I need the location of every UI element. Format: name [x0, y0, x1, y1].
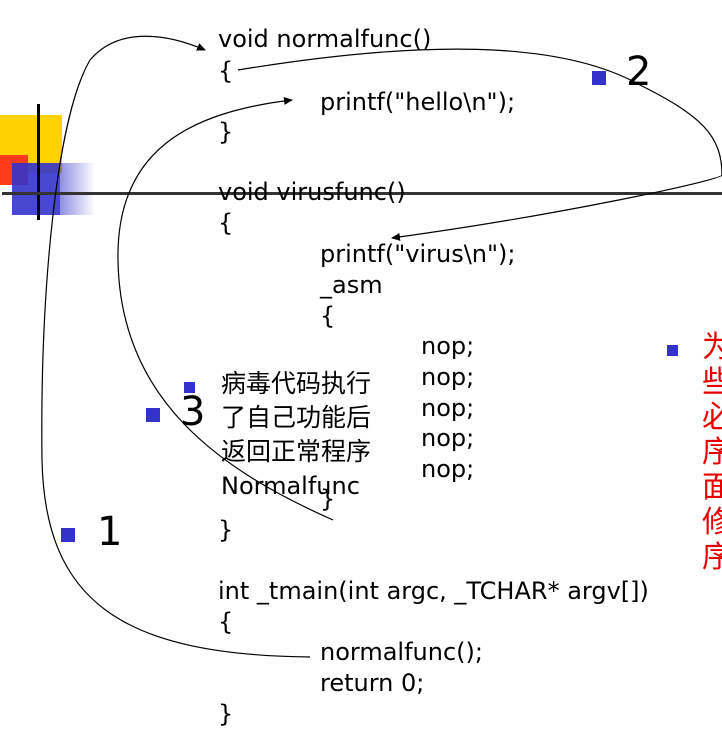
- arrow-step2: [237, 48, 722, 241]
- flow-arrows: [41, 35, 722, 658]
- arrow-step3: [117, 96, 334, 521]
- arrow-step1: [41, 35, 311, 658]
